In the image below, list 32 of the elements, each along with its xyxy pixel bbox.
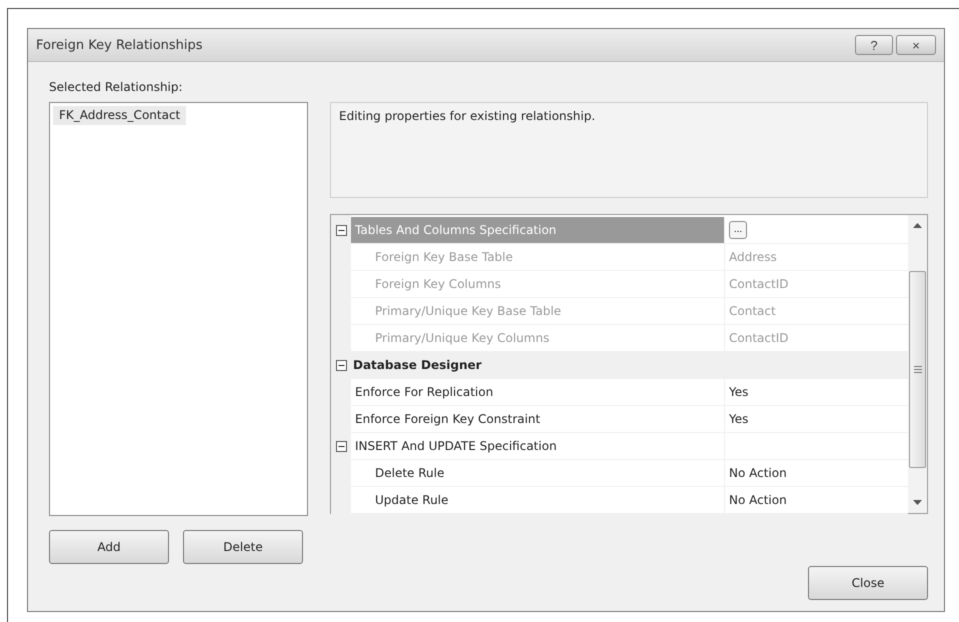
property-value: Address — [729, 250, 777, 264]
relationship-item[interactable]: FK_Address_Contact — [53, 106, 186, 125]
property-name[interactable]: Delete Rule — [351, 460, 725, 486]
collapse-icon[interactable] — [336, 440, 346, 452]
property-name[interactable]: Enforce Foreign Key Constraint — [351, 406, 725, 432]
property-name[interactable]: Update Rule — [351, 487, 725, 513]
delete-button[interactable]: Delete — [183, 530, 303, 564]
property-value: No Action — [729, 466, 787, 480]
property-value: ContactID — [729, 331, 788, 345]
property-value: Yes — [729, 412, 748, 426]
close-button[interactable]: × — [896, 35, 936, 55]
add-button[interactable]: Add — [49, 530, 169, 564]
property-name[interactable]: INSERT And UPDATE Specification — [351, 433, 725, 459]
property-value: No Action — [729, 493, 787, 507]
description-text: Editing properties for existing relationship. — [339, 109, 596, 123]
collapse-icon[interactable] — [336, 224, 346, 236]
collapse-icon[interactable] — [336, 360, 346, 370]
list-label: Selected Relationship: — [49, 80, 184, 96]
scroll-down-icon[interactable] — [913, 499, 922, 505]
property-value: Yes — [729, 385, 748, 399]
window-title: Foreign Key Relationships — [36, 38, 203, 52]
category-label: Database Designer — [353, 358, 482, 372]
property-value: Contact — [729, 304, 776, 318]
scroll-up-icon[interactable] — [913, 223, 922, 229]
scroll-thumb[interactable] — [909, 270, 926, 468]
help-button[interactable]: ? — [855, 35, 893, 55]
scrollbar[interactable] — [908, 215, 927, 513]
property-name[interactable]: Enforce For Replication — [351, 379, 725, 405]
close-dialog-button[interactable]: Close — [808, 566, 928, 600]
ellipsis-button[interactable]: ... — [729, 221, 747, 239]
grip-icon — [914, 366, 922, 372]
property-value: ContactID — [729, 277, 788, 291]
